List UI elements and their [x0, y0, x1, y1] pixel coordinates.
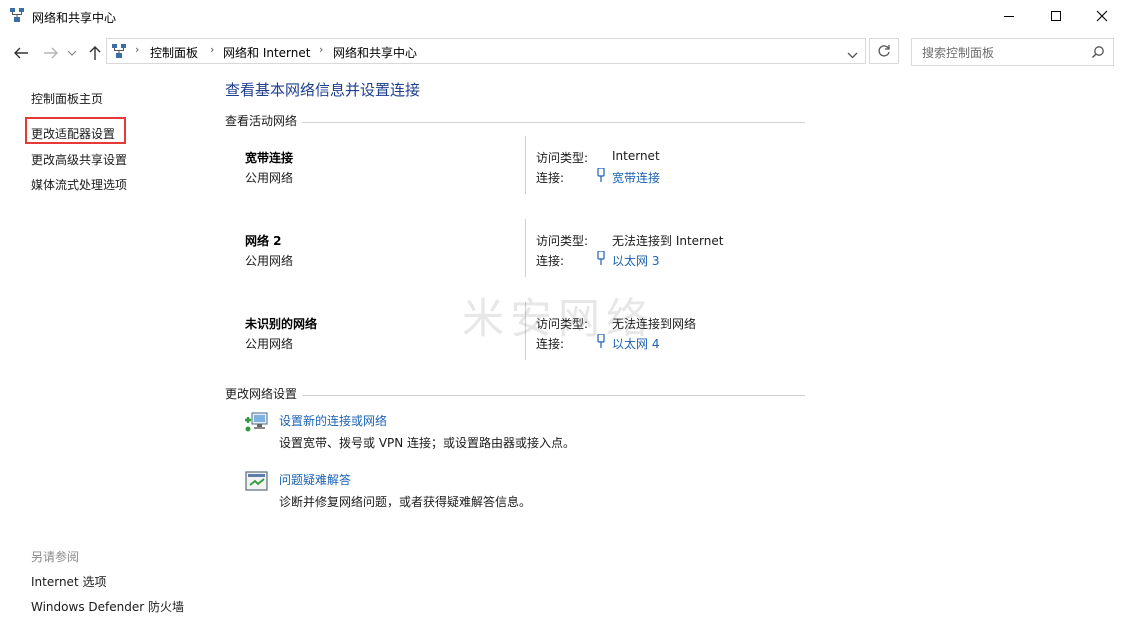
window-title: 网络和共享中心 — [32, 11, 117, 25]
chevron-right-icon: › — [210, 43, 215, 56]
address-bar[interactable]: › 控制面板 › 网络和 Internet › 网络和共享中心 — [106, 38, 866, 64]
access-type-value: 无法连接到 Internet — [612, 234, 724, 248]
breadcrumb-network-center[interactable]: 网络和共享中心 — [333, 44, 417, 61]
refresh-button[interactable] — [869, 38, 899, 64]
minimize-button[interactable] — [986, 0, 1032, 32]
troubleshoot-description: 诊断并修复网络问题，或者获得疑难解答信息。 — [279, 495, 532, 509]
connection-plug-icon — [596, 167, 606, 185]
see-also-heading: 另请参阅 — [31, 550, 80, 564]
close-icon — [1096, 10, 1108, 22]
section-divider — [225, 122, 805, 123]
network-center-icon — [111, 43, 127, 62]
watermark: 米安网络 — [462, 294, 655, 343]
section-divider — [225, 395, 805, 396]
setup-connection-link[interactable]: 设置新的连接或网络 — [279, 412, 387, 429]
address-dropdown-button[interactable] — [847, 48, 858, 62]
search-input[interactable] — [920, 43, 1084, 63]
sidebar-item-control-panel-home[interactable]: 控制面板主页 — [31, 90, 103, 107]
refresh-icon — [878, 45, 890, 57]
new-connection-icon — [244, 410, 270, 437]
see-also-defender-firewall[interactable]: Windows Defender 防火墙 — [31, 598, 184, 615]
vertical-divider — [525, 136, 526, 194]
search-icon[interactable] — [1091, 45, 1105, 62]
troubleshoot-icon — [244, 470, 270, 497]
breadcrumb-control-panel[interactable]: 控制面板 — [150, 44, 198, 61]
vertical-divider — [525, 219, 526, 277]
sidebar-item-media-streaming[interactable]: 媒体流式处理选项 — [31, 176, 127, 193]
page-title: 查看基本网络信息并设置连接 — [225, 81, 421, 99]
access-type-label: 访问类型: — [536, 151, 589, 165]
maximize-button[interactable] — [1033, 0, 1079, 32]
close-button[interactable] — [1079, 0, 1124, 32]
chevron-down-icon — [67, 50, 77, 56]
access-type-label: 访问类型: — [536, 234, 589, 248]
change-settings-header: 更改网络设置 — [225, 385, 303, 402]
up-button[interactable] — [84, 42, 106, 64]
sidebar-item-advanced-sharing[interactable]: 更改高级共享设置 — [31, 151, 127, 168]
breadcrumb-network-internet[interactable]: 网络和 Internet — [223, 44, 310, 61]
back-button[interactable] — [10, 42, 32, 64]
forward-button[interactable] — [40, 42, 62, 64]
search-box[interactable] — [911, 38, 1114, 66]
active-networks-header: 查看活动网络 — [225, 112, 303, 129]
arrow-right-icon — [44, 47, 58, 59]
connection-label: 连接: — [536, 171, 565, 185]
chevron-right-icon: › — [135, 43, 140, 56]
see-also-internet-options[interactable]: Internet 选项 — [31, 573, 106, 590]
chevron-right-icon: › — [319, 43, 324, 56]
title-bar — [0, 0, 1124, 33]
network-center-icon — [9, 7, 25, 26]
network-name: 宽带连接 — [245, 151, 294, 165]
arrow-left-icon — [14, 47, 28, 59]
arrow-up-icon — [89, 46, 101, 60]
network-name: 网络 2 — [245, 234, 282, 248]
connection-plug-icon — [596, 250, 606, 268]
troubleshoot-link[interactable]: 问题疑难解答 — [279, 471, 351, 488]
minimize-icon — [1004, 16, 1014, 17]
setup-connection-description: 设置宽带、拨号或 VPN 连接；或设置路由器或接入点。 — [279, 436, 576, 450]
recent-locations-button[interactable] — [64, 42, 80, 64]
chevron-down-icon — [847, 52, 858, 59]
maximize-icon — [1051, 11, 1061, 21]
sidebar-item-change-adapter-settings[interactable]: 更改适配器设置 — [31, 125, 115, 142]
connection-link[interactable]: 宽带连接 — [612, 169, 660, 186]
network-type[interactable]: 公用网络 — [245, 169, 293, 186]
network-type[interactable]: 公用网络 — [245, 252, 293, 269]
connection-label: 连接: — [536, 254, 565, 268]
network-name: 未识别的网络 — [245, 317, 318, 331]
connection-link[interactable]: 以太网 3 — [612, 252, 659, 269]
network-type[interactable]: 公用网络 — [245, 335, 293, 352]
access-type-value: Internet — [612, 149, 660, 163]
